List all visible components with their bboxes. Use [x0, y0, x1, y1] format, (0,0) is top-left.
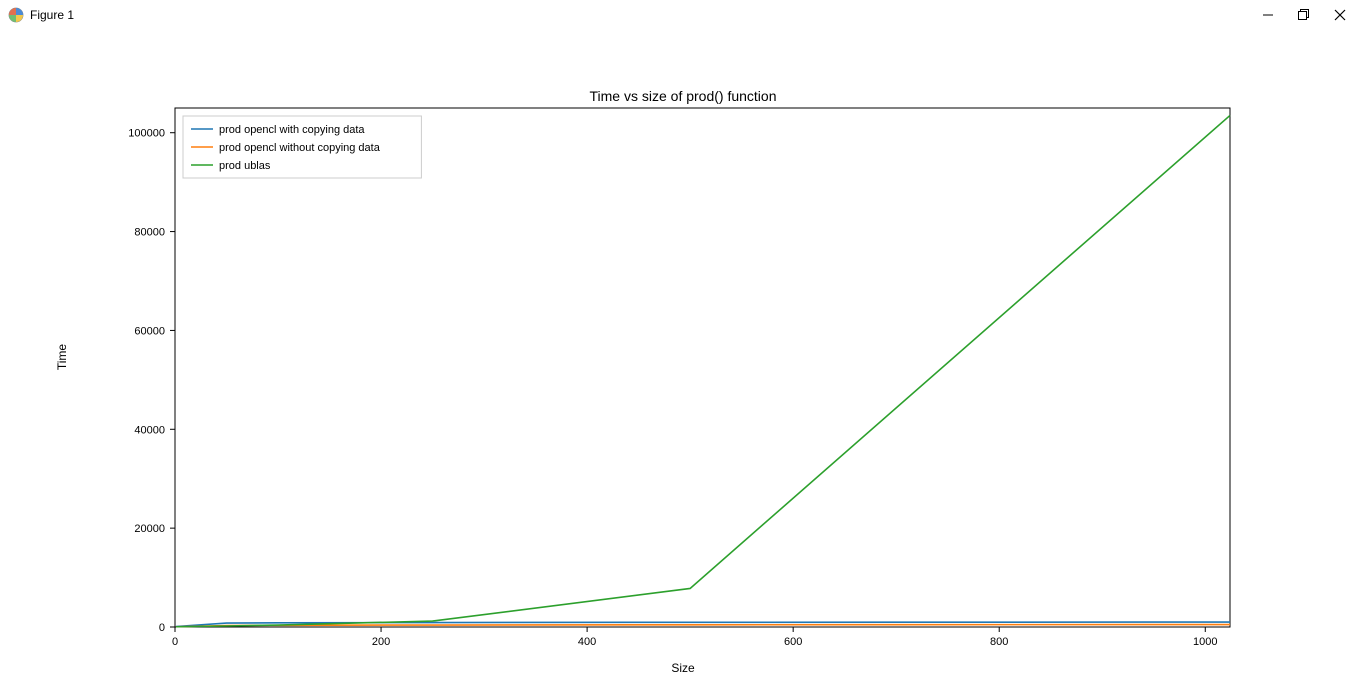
maximize-icon[interactable]: [1298, 9, 1310, 21]
x-tick-label: 400: [578, 636, 596, 648]
x-tick-label: 1000: [1193, 636, 1217, 648]
legend-label: prod opencl without copying data: [219, 142, 381, 154]
legend-label: prod opencl with copying data: [219, 124, 365, 136]
y-tick-label: 60000: [134, 325, 165, 337]
x-tick-label: 0: [172, 636, 178, 648]
minimize-icon[interactable]: [1262, 9, 1274, 21]
close-icon[interactable]: [1334, 9, 1346, 21]
figure-area: Time vs size of prod() function Time Siz…: [0, 30, 1366, 683]
y-tick-label: 80000: [134, 227, 165, 239]
legend-label: prod ublas: [219, 160, 271, 172]
x-tick-label: 200: [372, 636, 390, 648]
y-tick-label: 20000: [134, 523, 165, 535]
series-line: [176, 115, 1230, 626]
x-tick-label: 600: [784, 636, 802, 648]
window-controls: [1262, 9, 1358, 21]
window-title: Figure 1: [30, 8, 74, 22]
series-line: [176, 625, 1230, 627]
window-titlebar: Figure 1: [0, 0, 1366, 30]
chart-svg: 0 200 400 600 800 1000 0 20000 40000 60000 80000 1…: [0, 30, 1366, 683]
app-icon: [8, 7, 24, 23]
y-tick-label: 100000: [128, 128, 165, 140]
y-tick-label: 0: [159, 622, 165, 634]
x-tick-label: 800: [990, 636, 1008, 648]
y-tick-label: 40000: [134, 424, 165, 436]
